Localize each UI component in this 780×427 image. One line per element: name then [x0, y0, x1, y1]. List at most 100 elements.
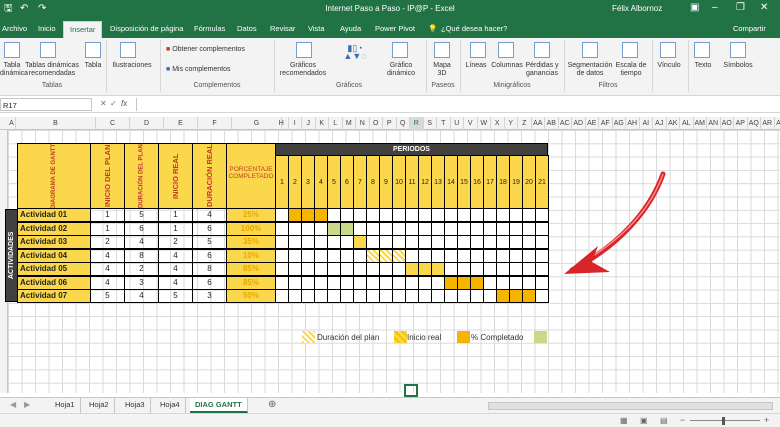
column-header[interactable]: L: [329, 117, 343, 130]
period-header[interactable]: 18: [496, 155, 510, 209]
recommended-pivot-button[interactable]: Tablas dinámicas recomendadas: [24, 62, 80, 78]
column-header[interactable]: AR: [761, 117, 775, 130]
gantt-cell[interactable]: [496, 235, 510, 249]
gantt-cell[interactable]: [496, 289, 510, 303]
tell-me-search[interactable]: ¿Qué desea hacer?: [441, 24, 507, 33]
gantt-cell[interactable]: [418, 262, 432, 276]
gantt-cell[interactable]: [444, 262, 458, 276]
gantt-cell[interactable]: [392, 275, 406, 290]
column-header[interactable]: AF: [599, 117, 613, 130]
gantt-cell[interactable]: [496, 208, 510, 222]
gantt-cell[interactable]: [405, 262, 419, 276]
gantt-cell[interactable]: [431, 208, 445, 222]
tab-formulas[interactable]: Fórmulas: [194, 24, 225, 33]
gantt-cell[interactable]: [522, 235, 536, 249]
column-header[interactable]: F: [198, 117, 232, 130]
inicio-plan-cell[interactable]: 1: [90, 221, 125, 236]
gantt-cell[interactable]: [457, 208, 471, 222]
gantt-cell[interactable]: [392, 221, 406, 236]
gantt-cell[interactable]: [444, 221, 458, 236]
duracion-plan-cell[interactable]: 3: [124, 275, 159, 290]
column-header[interactable]: Z: [518, 117, 532, 130]
gantt-cell[interactable]: [457, 289, 471, 303]
gantt-cell[interactable]: [418, 289, 432, 303]
inicio-plan-cell[interactable]: 4: [90, 248, 125, 263]
gantt-cell[interactable]: [457, 275, 471, 290]
column-header[interactable]: AC: [559, 117, 572, 130]
column-header[interactable]: AG: [613, 117, 626, 130]
inicio-plan-cell[interactable]: 4: [90, 262, 125, 276]
gantt-cell[interactable]: [483, 275, 497, 290]
duracion-plan-cell[interactable]: 5: [124, 208, 159, 222]
gantt-cell[interactable]: [301, 208, 315, 222]
gantt-cell[interactable]: [379, 289, 393, 303]
timeline-button[interactable]: Escala de tiempo: [614, 62, 648, 78]
gantt-cell[interactable]: [522, 289, 536, 303]
gantt-cell[interactable]: [444, 275, 458, 290]
header-inicio-plan[interactable]: INICIO DEL PLAN: [90, 143, 125, 209]
illustrations-button[interactable]: Ilustraciones: [108, 62, 156, 70]
gantt-cell[interactable]: [483, 221, 497, 236]
column-header[interactable]: J: [302, 117, 316, 130]
gantt-cell[interactable]: [522, 208, 536, 222]
formula-input[interactable]: [136, 98, 776, 111]
gantt-cell[interactable]: [288, 275, 302, 290]
close-icon[interactable]: ✕: [760, 2, 768, 13]
gantt-cell[interactable]: [483, 248, 497, 263]
gantt-cell[interactable]: [314, 221, 328, 236]
gantt-cell[interactable]: [405, 275, 419, 290]
gantt-cell[interactable]: [496, 248, 510, 263]
my-addins-button[interactable]: ■ Mis complementos: [166, 66, 266, 74]
period-header[interactable]: 10: [392, 155, 406, 209]
gantt-cell[interactable]: [366, 221, 380, 236]
gantt-cell[interactable]: [444, 289, 458, 303]
activity-name-cell[interactable]: Actividad 03: [17, 235, 91, 249]
activity-name-cell[interactable]: Actividad 05: [17, 262, 91, 276]
scroll-left-icon[interactable]: ◀: [10, 400, 16, 409]
duracion-real-cell[interactable]: 6: [192, 248, 227, 263]
duracion-plan-cell[interactable]: 4: [124, 235, 159, 249]
gantt-cell[interactable]: [327, 262, 341, 276]
gantt-cell[interactable]: [301, 235, 315, 249]
table-button[interactable]: Tabla: [82, 62, 104, 70]
period-header[interactable]: 6: [340, 155, 354, 209]
gantt-cell[interactable]: [418, 248, 432, 263]
column-header[interactable]: S: [424, 117, 437, 130]
gantt-cell[interactable]: [275, 208, 289, 222]
sparkline-column-button[interactable]: Columnas: [490, 62, 524, 70]
name-box[interactable]: R17: [0, 98, 92, 111]
period-header[interactable]: 8: [366, 155, 380, 209]
gantt-cell[interactable]: [379, 221, 393, 236]
period-header[interactable]: 1: [275, 155, 289, 209]
gantt-cell[interactable]: [535, 248, 549, 263]
share-button[interactable]: Compartir: [733, 24, 766, 33]
gantt-cell[interactable]: [379, 262, 393, 276]
duracion-real-cell[interactable]: 4: [192, 208, 227, 222]
inicio-plan-cell[interactable]: 1: [90, 208, 125, 222]
gantt-cell[interactable]: [366, 275, 380, 290]
gantt-cell[interactable]: [483, 289, 497, 303]
gantt-cell[interactable]: [535, 221, 549, 236]
sheet-tab-diag-gantt[interactable]: DIAG GANTT: [190, 398, 248, 413]
scroll-right-icon[interactable]: ▶: [24, 400, 30, 409]
recommended-charts-button[interactable]: Gráficos recomendados: [278, 62, 328, 78]
gantt-cell[interactable]: [314, 235, 328, 249]
gantt-cell[interactable]: [379, 248, 393, 263]
zoom-in-icon[interactable]: +: [764, 415, 769, 425]
gantt-cell[interactable]: [392, 262, 406, 276]
gantt-cell[interactable]: [353, 208, 367, 222]
gantt-cell[interactable]: [314, 275, 328, 290]
gantt-cell[interactable]: [275, 289, 289, 303]
column-header[interactable]: M: [343, 117, 356, 130]
gantt-cell[interactable]: [496, 262, 510, 276]
duracion-plan-cell[interactable]: 8: [124, 248, 159, 263]
gantt-cell[interactable]: [535, 262, 549, 276]
porcentaje-cell[interactable]: 10%: [226, 248, 276, 263]
gantt-cell[interactable]: [509, 289, 523, 303]
porcentaje-cell[interactable]: 100%: [226, 221, 276, 236]
gantt-cell[interactable]: [418, 221, 432, 236]
column-header[interactable]: AN: [707, 117, 721, 130]
period-header[interactable]: 3: [301, 155, 315, 209]
gantt-cell[interactable]: [535, 275, 549, 290]
column-header[interactable]: A: [8, 117, 16, 130]
